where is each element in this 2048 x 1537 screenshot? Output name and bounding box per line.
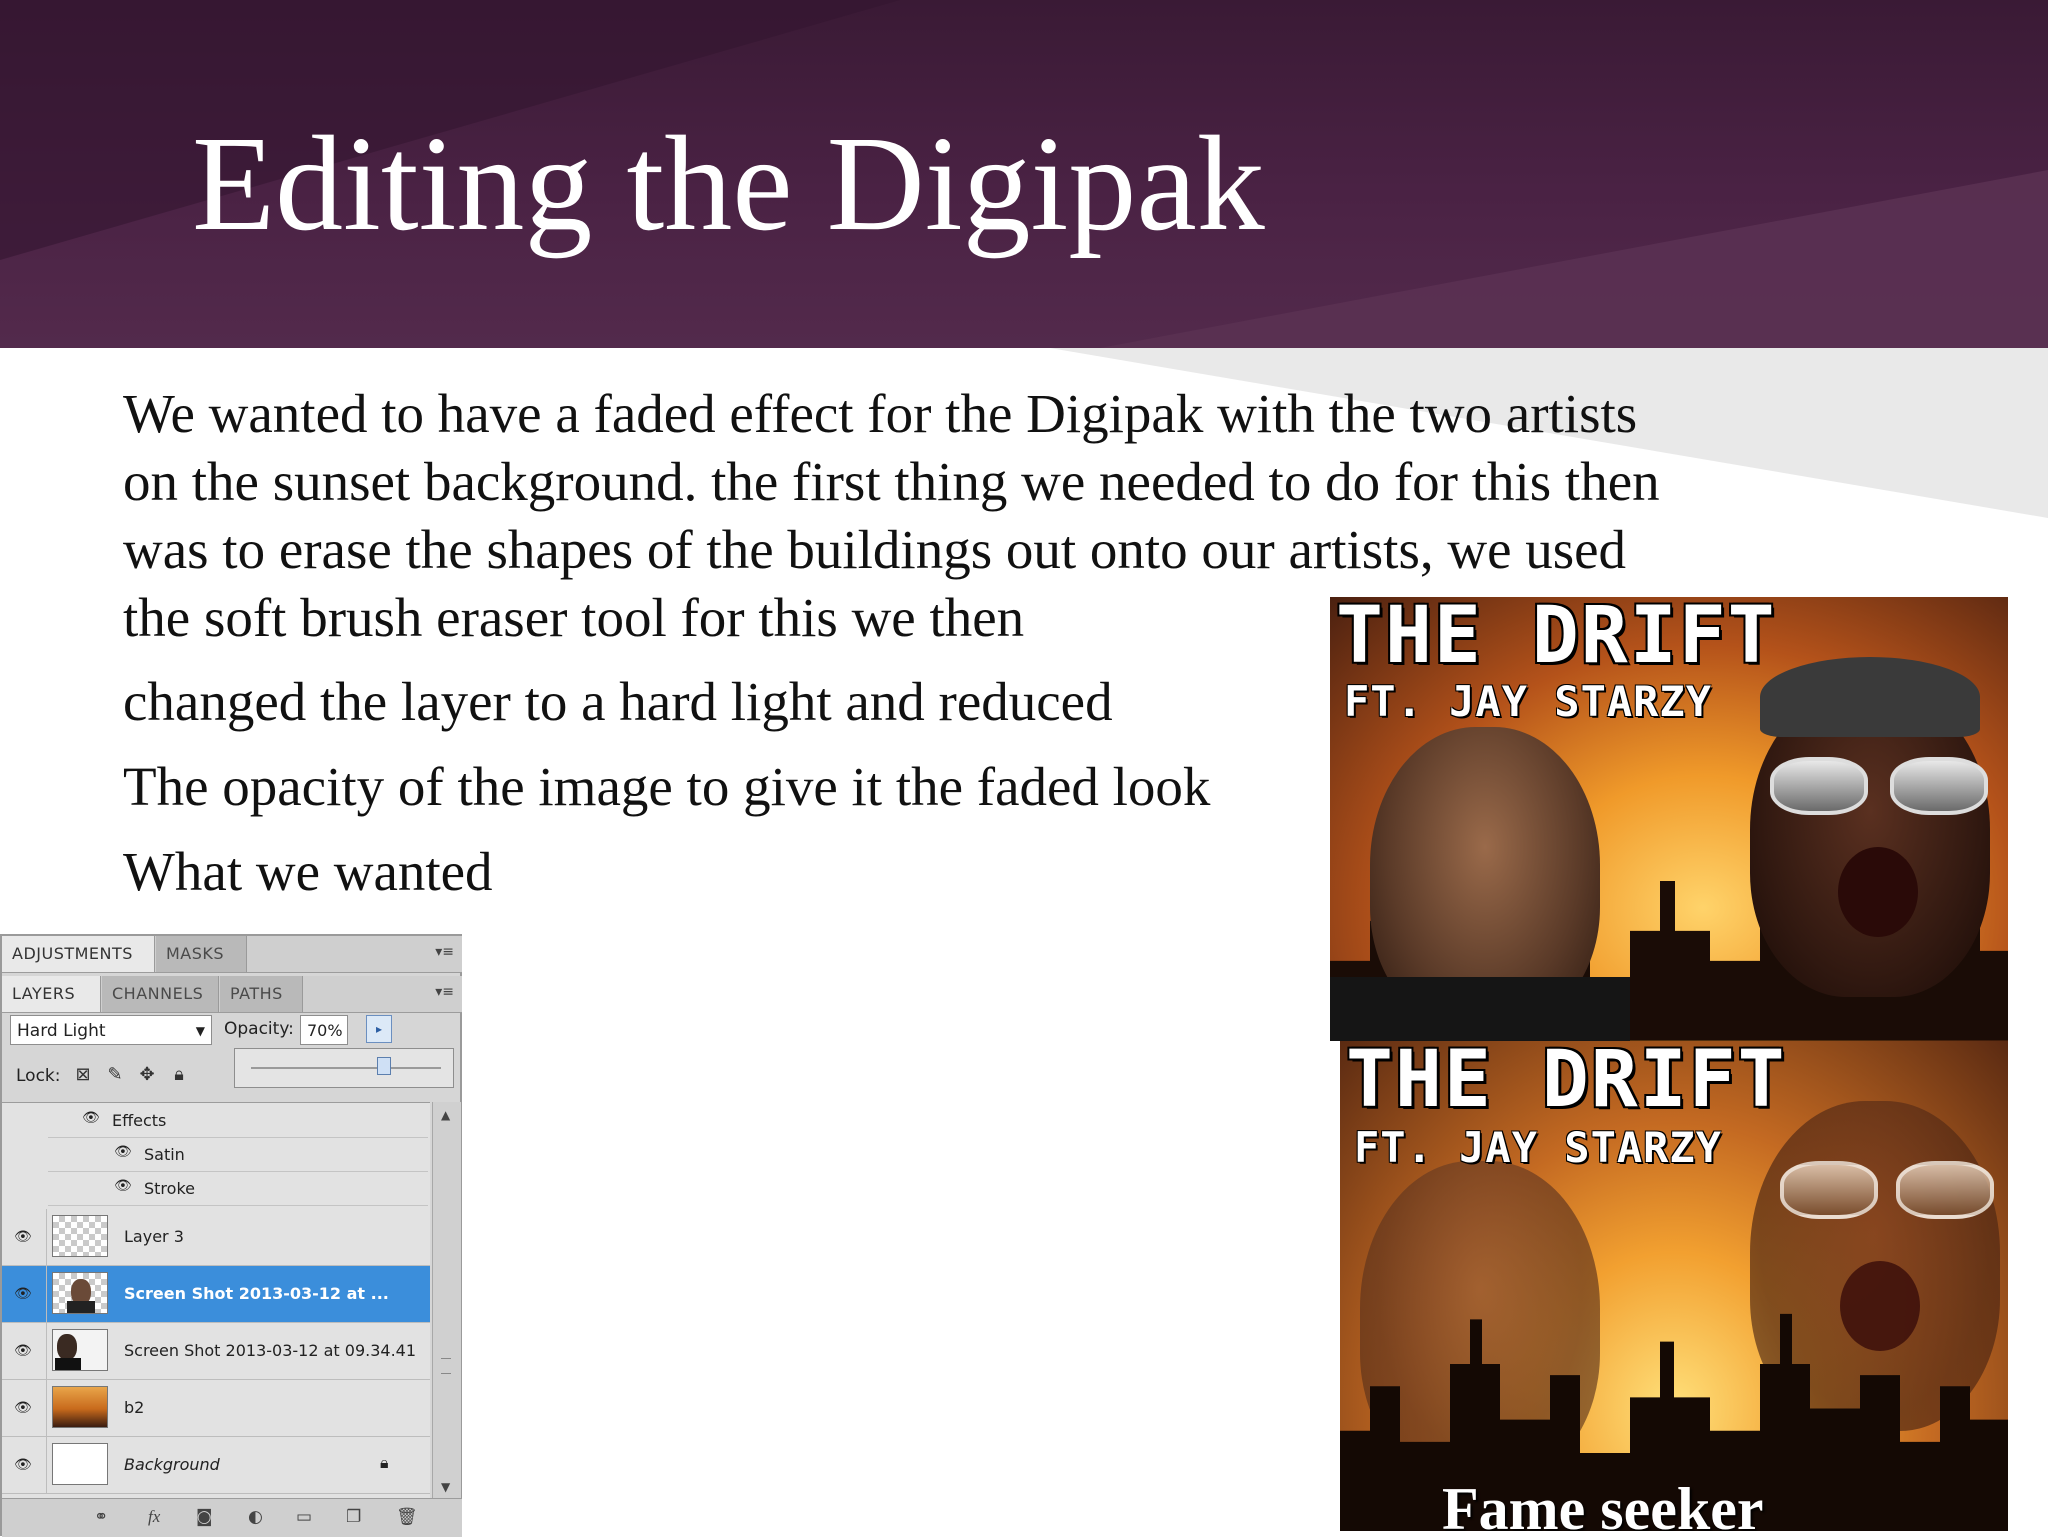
opacity-slider[interactable]	[234, 1048, 454, 1088]
lock-label: Lock:	[16, 1066, 61, 1086]
layer-row[interactable]: 👁︎ b2	[2, 1380, 430, 1437]
opacity-label: Opacity:	[224, 1019, 294, 1039]
sunglasses-lens	[1890, 757, 1988, 815]
eye-icon[interactable]: 👁︎	[14, 1229, 32, 1245]
eye-icon[interactable]: 👁︎	[14, 1457, 32, 1473]
effects-label: Effects	[112, 1111, 167, 1130]
tab-paths[interactable]: PATHS	[220, 976, 303, 1012]
scroll-grip[interactable]	[441, 1358, 451, 1374]
artist-mouth	[1838, 847, 1918, 937]
layer-thumbnail	[52, 1443, 108, 1485]
layers-list: 👁︎ Effects 👁︎ Satin 👁︎ Stroke 👁︎ Layer 3…	[2, 1102, 430, 1499]
album-title: THE DRIFT	[1346, 1041, 1787, 1125]
new-layer-icon[interactable]: ❐	[346, 1507, 361, 1527]
layer-name: Layer 3	[124, 1227, 184, 1246]
album-subtitle: FT. JAY STARZY	[1344, 677, 1713, 726]
eye-icon[interactable]: 👁︎	[14, 1400, 32, 1416]
scroll-up-icon[interactable]: ▲	[441, 1108, 450, 1122]
slide-header: Editing the Digipak	[0, 0, 2048, 348]
visibility-cell: 👁︎	[2, 1380, 47, 1436]
scroll-down-icon[interactable]: ▼	[441, 1480, 450, 1494]
layer-row[interactable]: 👁︎ Layer 3	[2, 1209, 430, 1266]
layers-bottom-toolbar: ⚭ fx ◙ ◐ ▭ ❐ 🗑︎	[2, 1498, 462, 1537]
layer-name: b2	[124, 1398, 145, 1417]
layer-thumbnail	[52, 1272, 108, 1314]
visibility-cell: 👁︎	[2, 1209, 47, 1265]
link-icon[interactable]: ⚭	[94, 1507, 108, 1527]
adjustments-tab-bar: ADJUSTMENTS MASKS ▾≡	[2, 936, 462, 973]
body-line: was to erase the shapes of the buildings…	[123, 519, 1627, 580]
chevron-down-icon: ▼	[195, 1024, 205, 1038]
visibility-cell: 👁︎	[2, 1266, 47, 1322]
layers-tab-bar: LAYERS CHANNELS PATHS ▾≡	[2, 976, 462, 1013]
layer-thumbnail	[52, 1329, 108, 1371]
layer-row[interactable]: 👁︎ Background 🔒︎	[2, 1437, 430, 1494]
layer-row-selected[interactable]: 👁︎ Screen Shot 2013-03-12 at ...	[2, 1266, 430, 1323]
album-title: THE DRIFT	[1336, 597, 1777, 681]
visibility-cell: 👁︎	[2, 1323, 47, 1379]
panel-menu-icon[interactable]: ▾≡	[435, 944, 454, 960]
layers-menu-icon[interactable]: ▾≡	[435, 984, 454, 1000]
eye-icon[interactable]: 👁︎	[82, 1111, 102, 1125]
layer-name: Background	[124, 1455, 220, 1474]
album-subtitle: FT. JAY STARZY	[1354, 1123, 1723, 1172]
tab-masks[interactable]: MASKS	[156, 936, 247, 972]
mask-icon[interactable]: ◙	[196, 1507, 213, 1527]
effects-row[interactable]: 👁︎ Effects	[48, 1103, 428, 1138]
adjustment-icon[interactable]: ◐	[248, 1507, 263, 1527]
eye-icon[interactable]: 👁︎	[14, 1343, 32, 1359]
lock-brush-icon[interactable]: ✎	[104, 1064, 126, 1086]
tab-layers[interactable]: LAYERS	[2, 976, 101, 1012]
opacity-slider-toggle[interactable]: ▸	[366, 1015, 392, 1043]
eye-icon[interactable]: 👁︎	[114, 1179, 134, 1193]
lock-move-icon[interactable]: ✥	[136, 1064, 158, 1086]
body-line: We wanted to have a faded effect for the…	[123, 383, 1638, 444]
slider-track	[251, 1067, 441, 1069]
folder-icon[interactable]: ▭	[296, 1507, 312, 1527]
artist-clothing-left	[1330, 977, 1630, 1041]
body-line: on the sunset background. the first thin…	[123, 451, 1660, 512]
tab-channels[interactable]: CHANNELS	[102, 976, 219, 1012]
eye-icon[interactable]: 👁︎	[114, 1145, 134, 1159]
artist-beanie	[1760, 657, 1980, 737]
fx-icon[interactable]: fx	[148, 1507, 160, 1527]
slide-title: Editing the Digipak	[192, 109, 1265, 259]
layer-name: Screen Shot 2013-03-12 at 09.34.41	[124, 1341, 417, 1360]
layer-row[interactable]: 👁︎ Screen Shot 2013-03-12 at 09.34.41	[2, 1323, 430, 1380]
lock-transparency-icon[interactable]: ⊠	[72, 1064, 94, 1086]
slider-thumb[interactable]	[377, 1057, 391, 1075]
lock-icon: 🔒︎	[380, 1453, 389, 1472]
album-tagline: Fame seeker	[1442, 1476, 1764, 1531]
tab-adjustments[interactable]: ADJUSTMENTS	[2, 936, 155, 972]
effect-satin-row[interactable]: 👁︎ Satin	[48, 1137, 428, 1172]
blend-mode-select[interactable]: Hard Light ▼	[10, 1015, 212, 1045]
eye-icon[interactable]: 👁︎	[14, 1286, 32, 1302]
effect-stroke-label: Stroke	[144, 1179, 195, 1198]
effect-stroke-row[interactable]: 👁︎ Stroke	[48, 1171, 428, 1206]
opacity-input[interactable]: 70%	[300, 1015, 348, 1045]
layer-thumbnail	[52, 1386, 108, 1428]
visibility-cell: 👁︎	[2, 1437, 47, 1493]
album-art-faded: THE DRIFT FT. JAY STARZY Fame seeker	[1340, 1041, 2008, 1531]
sunglasses-lens	[1780, 1161, 1878, 1219]
layer-thumbnail	[52, 1215, 108, 1257]
effect-satin-label: Satin	[144, 1145, 185, 1164]
lock-all-icon[interactable]: 🔒︎	[168, 1064, 190, 1086]
layer-name: Screen Shot 2013-03-12 at ...	[124, 1284, 389, 1303]
layers-scrollbar[interactable]: ▲ ▼	[432, 1102, 461, 1498]
blend-mode-value: Hard Light	[17, 1021, 106, 1041]
album-art-original: THE DRIFT FT. JAY STARZY	[1330, 597, 2008, 1041]
sunglasses-lens	[1770, 757, 1868, 815]
trash-icon[interactable]: 🗑︎	[396, 1507, 418, 1527]
photoshop-layers-panel: ADJUSTMENTS MASKS ▾≡ LAYERS CHANNELS PAT…	[0, 934, 462, 1537]
sunglasses-lens	[1896, 1161, 1994, 1219]
